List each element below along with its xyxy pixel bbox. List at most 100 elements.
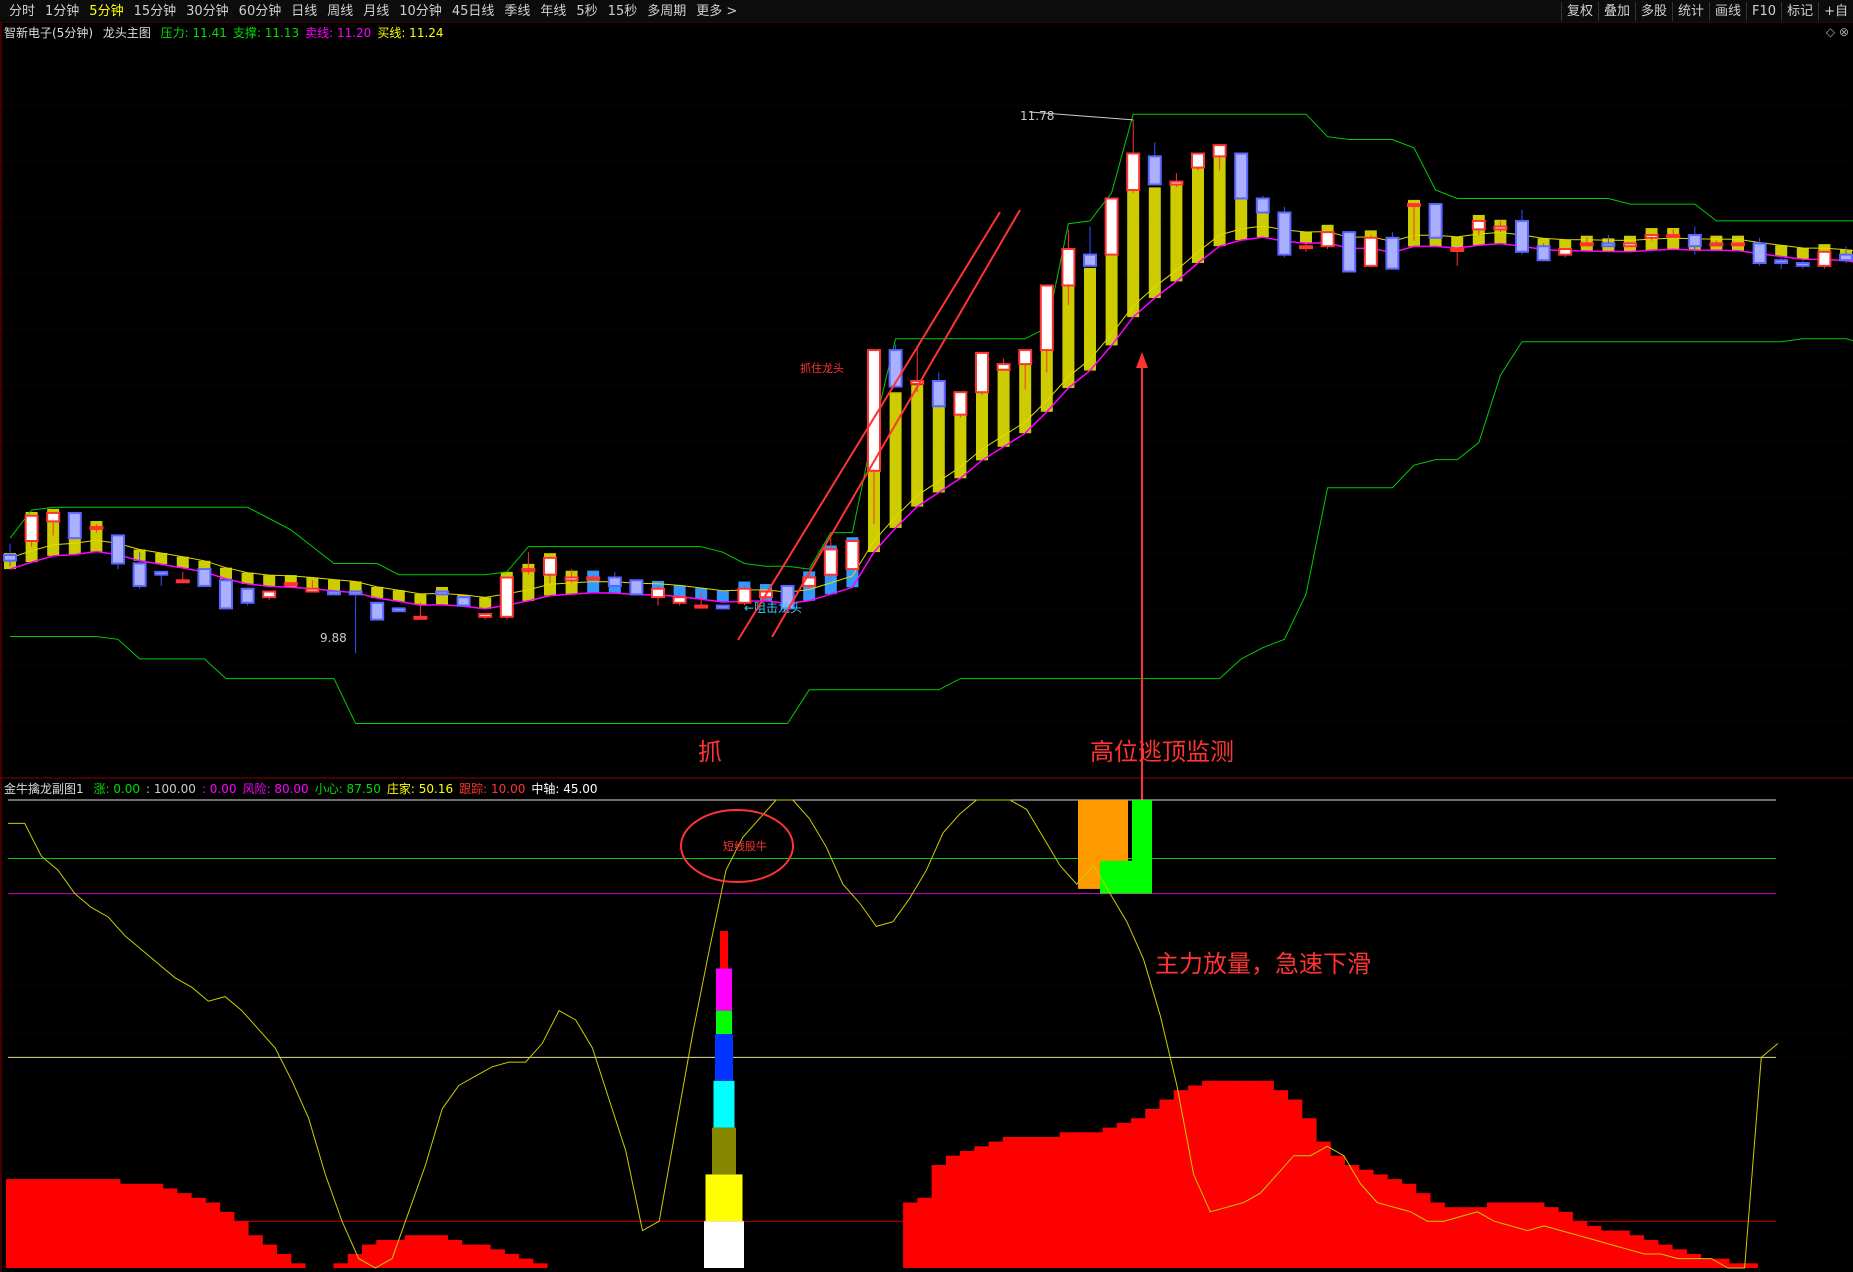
- candle-body: [197, 568, 212, 587]
- main-force-bar: [77, 1179, 92, 1268]
- candle-body: [1644, 233, 1659, 239]
- stack-segment: [705, 1174, 743, 1222]
- main-force-bar: [461, 1244, 477, 1268]
- strength-bar: [328, 579, 340, 591]
- candle-body: [1255, 197, 1270, 214]
- candle-body: [1623, 242, 1637, 248]
- main-force-bar: [1088, 1132, 1103, 1268]
- strength-bar: [889, 392, 902, 528]
- support-line: [10, 338, 1853, 724]
- strength-bar: [436, 586, 448, 605]
- main-force-bar: [1273, 1090, 1289, 1268]
- main-force-bar: [931, 1165, 947, 1268]
- main-force-bar: [1543, 1207, 1559, 1268]
- main-force-bar: [1529, 1202, 1545, 1268]
- strength-bar: [1192, 156, 1204, 264]
- candle-body: [370, 601, 385, 621]
- candle-body: [1471, 219, 1486, 231]
- candle-body: [1342, 231, 1357, 273]
- main-force-bar: [404, 1235, 420, 1268]
- low-price-label: 9.88: [320, 631, 347, 645]
- candle-body: [1817, 250, 1832, 267]
- main-force-bar: [917, 1197, 933, 1268]
- candle-body: [262, 590, 277, 599]
- candle-body: [1104, 197, 1119, 256]
- candle-body: [1731, 242, 1745, 247]
- main-force-bar: [1301, 1118, 1317, 1268]
- candle-body: [1515, 219, 1529, 253]
- main-force-bar: [1116, 1122, 1132, 1268]
- main-force-bar: [290, 1263, 306, 1268]
- strength-bar: [479, 597, 492, 609]
- main-force-bar: [191, 1197, 206, 1268]
- candle-body: [499, 576, 514, 618]
- candle-body: [953, 391, 968, 416]
- main-force-bar: [1430, 1202, 1445, 1268]
- main-force-bar: [233, 1221, 249, 1268]
- main-force-bar: [1572, 1221, 1588, 1268]
- candle-body: [845, 540, 860, 571]
- candle-body: [1147, 155, 1162, 186]
- green-warning-bar: [1132, 800, 1152, 894]
- candle-body: [391, 607, 406, 613]
- main-force-label: 主力放量，急速下滑: [1155, 950, 1371, 978]
- main-force-bar: [20, 1179, 35, 1268]
- main-force-bar: [1244, 1080, 1260, 1268]
- candle-body: [1709, 242, 1724, 247]
- candle-body: [111, 534, 125, 565]
- grid-lines: [2, 104, 1853, 1058]
- main-force-bar: [490, 1249, 505, 1268]
- main-force-bar: [333, 1263, 349, 1268]
- candle-body: [456, 596, 471, 607]
- main-force-bar: [418, 1235, 434, 1268]
- main-force-bar: [105, 1179, 121, 1268]
- main-force-bar: [1586, 1225, 1602, 1268]
- main-force-bar: [1017, 1136, 1032, 1268]
- main-force-bar: [1486, 1202, 1502, 1268]
- main-force-bar: [1344, 1165, 1360, 1268]
- main-force-bar: [1401, 1183, 1417, 1268]
- candle-body: [327, 590, 341, 596]
- candle-body: [1407, 203, 1421, 208]
- stack-segment: [713, 1080, 735, 1128]
- main-force-bar: [1743, 1263, 1759, 1268]
- candle-body: [607, 576, 622, 587]
- sub-pane: 短线股牛主力放量，急速下滑: [6, 799, 1779, 1269]
- main-force-bar: [1729, 1263, 1744, 1268]
- candle-body: [1039, 284, 1054, 352]
- strength-bar: [392, 590, 405, 602]
- candle-body: [89, 525, 104, 530]
- escape-arrowhead: [1136, 352, 1148, 368]
- candle-body: [715, 604, 730, 610]
- strength-bar: [1235, 194, 1248, 241]
- main-force-bar: [119, 1183, 135, 1268]
- candle-body: [1601, 242, 1616, 248]
- chart-canvas[interactable]: 11.78 9.88 ←阻击龙头 抓住龙头抓 高位逃顶监测 短线股牛主力放量，急速下滑: [0, 0, 1853, 1272]
- main-force-bar: [504, 1253, 520, 1268]
- main-force-bar: [262, 1244, 278, 1268]
- main-force-bar: [1515, 1202, 1531, 1268]
- main-force-bar: [48, 1179, 64, 1268]
- candle-body: [1126, 152, 1141, 192]
- main-force-bar: [276, 1253, 292, 1268]
- main-force-bar: [1316, 1141, 1331, 1268]
- candle-body: [694, 604, 709, 609]
- candle-body: [1191, 152, 1205, 169]
- main-force-bar: [903, 1202, 918, 1268]
- sub-level-lines: [8, 799, 1776, 1222]
- main-force-bar: [162, 1188, 178, 1268]
- candle-body: [543, 556, 557, 576]
- main-force-bar: [6, 1179, 21, 1268]
- main-force-bar: [1287, 1099, 1303, 1268]
- candle-body: [1687, 233, 1702, 248]
- main-force-bar: [1159, 1099, 1175, 1268]
- candle-body: [435, 590, 449, 596]
- stack-segment: [712, 1127, 736, 1175]
- stack-segment: [715, 1034, 733, 1081]
- block-dragon-label: ←阻击龙头: [744, 601, 802, 615]
- strength-bar: [997, 363, 1010, 447]
- candle-body: [1234, 152, 1249, 200]
- main-force-bar: [960, 1151, 975, 1268]
- main-force-bar: [1202, 1080, 1217, 1268]
- candle-body: [1450, 248, 1465, 252]
